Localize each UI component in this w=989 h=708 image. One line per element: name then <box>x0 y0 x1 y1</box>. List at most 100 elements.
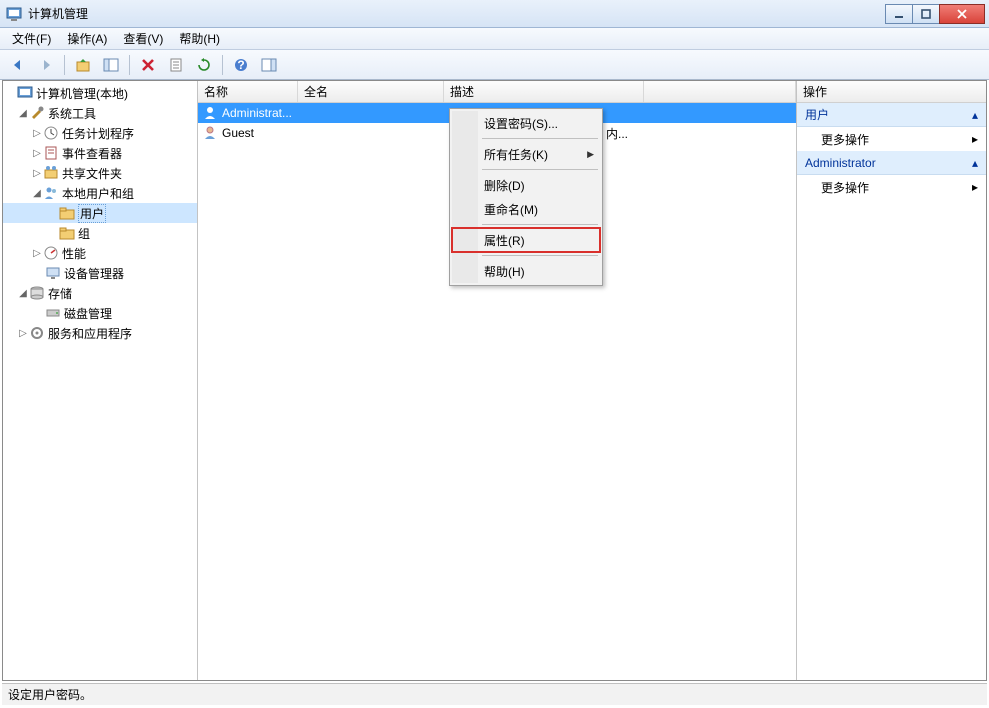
tree-label: 任务计划程序 <box>62 125 134 142</box>
tree-label: 共享文件夹 <box>62 165 122 182</box>
actions-section-users[interactable]: 用户 ▴ <box>797 103 986 127</box>
expander-icon[interactable]: ▷ <box>31 248 43 259</box>
tree-event-viewer[interactable]: ▷ 事件查看器 <box>3 143 197 163</box>
delete-button[interactable] <box>136 53 160 77</box>
action-label: 更多操作 <box>821 179 869 196</box>
tree-services-apps[interactable]: ▷ 服务和应用程序 <box>3 323 197 343</box>
tree-device-manager[interactable]: 设备管理器 <box>3 263 197 283</box>
computer-icon <box>17 85 33 101</box>
action-more-administrator[interactable]: 更多操作 ▸ <box>797 175 986 199</box>
actions-pane: 操作 用户 ▴ 更多操作 ▸ Administrator ▴ 更多操作 ▸ <box>796 81 986 680</box>
forward-button[interactable] <box>34 53 58 77</box>
cell-name: Administrat... <box>222 106 292 120</box>
menu-action[interactable]: 操作(A) <box>59 28 115 49</box>
ctx-help[interactable]: 帮助(H) <box>452 259 600 283</box>
collapse-icon[interactable]: ▴ <box>972 156 978 170</box>
collapse-icon[interactable]: ▴ <box>972 108 978 122</box>
toolbar-separator <box>222 55 223 75</box>
tree-local-users-groups[interactable]: ◢ 本地用户和组 <box>3 183 197 203</box>
column-fullname[interactable]: 全名 <box>298 81 444 102</box>
expander-icon[interactable]: ◢ <box>17 108 29 119</box>
storage-icon <box>29 285 45 301</box>
status-text: 设定用户密码。 <box>8 686 92 703</box>
menu-view[interactable]: 查看(V) <box>115 28 171 49</box>
tree-label: 存储 <box>48 285 72 302</box>
action-more-users[interactable]: 更多操作 ▸ <box>797 127 986 151</box>
ctx-all-tasks[interactable]: 所有任务(K) ▶ <box>452 142 600 166</box>
close-button[interactable] <box>939 4 985 24</box>
window-title: 计算机管理 <box>28 5 886 22</box>
show-hide-tree-button[interactable] <box>99 53 123 77</box>
column-desc[interactable]: 描述 <box>444 81 644 102</box>
ctx-set-password[interactable]: 设置密码(S)... <box>452 111 600 135</box>
ctx-separator <box>482 255 598 256</box>
show-hide-action-pane-button[interactable] <box>257 53 281 77</box>
help-button[interactable]: ? <box>229 53 253 77</box>
expander-icon[interactable]: ◢ <box>17 288 29 299</box>
svg-text:?: ? <box>237 58 244 72</box>
expander-icon[interactable]: ▷ <box>31 148 43 159</box>
properties-button[interactable] <box>164 53 188 77</box>
tree-groups[interactable]: 组 <box>3 223 197 243</box>
expander-icon[interactable]: ◢ <box>31 188 43 199</box>
section-label: 用户 <box>805 106 829 123</box>
expander-icon[interactable]: ▷ <box>31 168 43 179</box>
ctx-label: 重命名(M) <box>484 201 538 218</box>
column-name[interactable]: 名称 <box>198 81 298 102</box>
window-controls <box>886 4 985 24</box>
tree-system-tools[interactable]: ◢ 系统工具 <box>3 103 197 123</box>
share-icon <box>43 165 59 181</box>
users-icon <box>43 185 59 201</box>
cell-name: Guest <box>222 126 254 140</box>
tree-storage[interactable]: ◢ 存储 <box>3 283 197 303</box>
refresh-button[interactable] <box>192 53 216 77</box>
user-icon <box>202 125 218 141</box>
expander-icon[interactable]: ▷ <box>31 128 43 139</box>
ctx-label: 所有任务(K) <box>484 146 548 163</box>
device-icon <box>45 265 61 281</box>
status-bar: 设定用户密码。 <box>2 683 987 705</box>
tree-users[interactable]: 用户 <box>3 203 197 223</box>
up-button[interactable] <box>71 53 95 77</box>
toolbar-separator <box>129 55 130 75</box>
minimize-button[interactable] <box>885 4 913 24</box>
context-menu: 设置密码(S)... 所有任务(K) ▶ 删除(D) 重命名(M) 属性(R) 帮… <box>449 108 603 286</box>
tree-disk-management[interactable]: 磁盘管理 <box>3 303 197 323</box>
tree-label: 事件查看器 <box>62 145 122 162</box>
submenu-arrow-icon: ▸ <box>972 180 978 194</box>
ctx-separator <box>482 169 598 170</box>
menu-help[interactable]: 帮助(H) <box>171 28 228 49</box>
list-header: 名称 全名 描述 <box>198 81 796 103</box>
ctx-label: 帮助(H) <box>484 263 525 280</box>
title-bar: 计算机管理 <box>0 0 989 28</box>
tree-task-scheduler[interactable]: ▷ 任务计划程序 <box>3 123 197 143</box>
folder-icon <box>59 225 75 241</box>
actions-section-administrator[interactable]: Administrator ▴ <box>797 151 986 175</box>
app-icon <box>6 6 22 22</box>
maximize-button[interactable] <box>912 4 940 24</box>
clock-icon <box>43 125 59 141</box>
toolbar: ? <box>0 50 989 80</box>
services-icon <box>29 325 45 341</box>
navigation-tree[interactable]: 计算机管理(本地) ◢ 系统工具 ▷ 任务计划程序 ▷ 事件查看器 ▷ 共享文件… <box>3 81 198 680</box>
tree-label: 磁盘管理 <box>64 305 112 322</box>
menu-bar: 文件(F) 操作(A) 查看(V) 帮助(H) <box>0 28 989 50</box>
menu-file[interactable]: 文件(F) <box>4 28 59 49</box>
submenu-arrow-icon: ▶ <box>587 149 594 160</box>
ctx-separator <box>482 138 598 139</box>
tree-performance[interactable]: ▷ 性能 <box>3 243 197 263</box>
ctx-label: 删除(D) <box>484 177 525 194</box>
tree-shared-folders[interactable]: ▷ 共享文件夹 <box>3 163 197 183</box>
ctx-properties[interactable]: 属性(R) <box>452 228 600 252</box>
expander-icon[interactable]: ▷ <box>17 328 29 339</box>
tree-label: 用户 <box>78 204 106 223</box>
ctx-label: 属性(R) <box>484 232 525 249</box>
perf-icon <box>43 245 59 261</box>
tree-label: 设备管理器 <box>64 265 124 282</box>
back-button[interactable] <box>6 53 30 77</box>
tree-root[interactable]: 计算机管理(本地) <box>3 83 197 103</box>
ctx-delete[interactable]: 删除(D) <box>452 173 600 197</box>
actions-header: 操作 <box>797 81 986 103</box>
ctx-separator <box>482 224 598 225</box>
ctx-rename[interactable]: 重命名(M) <box>452 197 600 221</box>
